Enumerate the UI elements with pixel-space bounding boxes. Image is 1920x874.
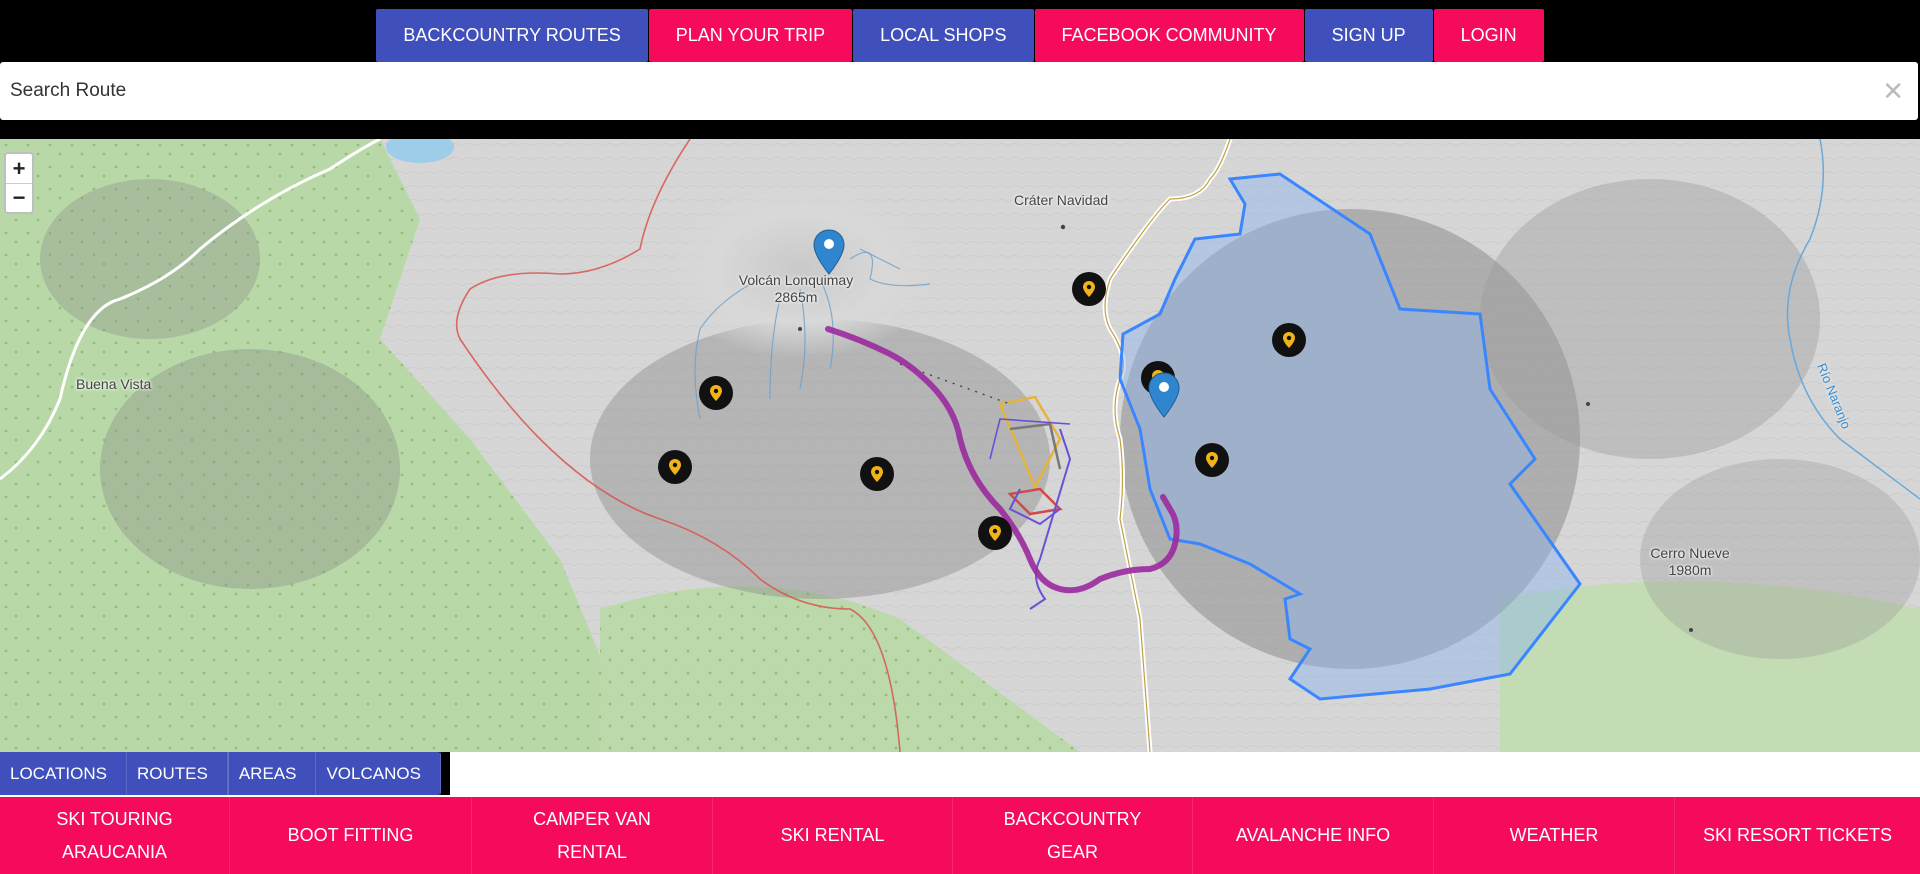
map-terrain — [0, 139, 1920, 752]
nav-backcountry-routes[interactable]: BACKCOUNTRY ROUTES — [376, 9, 648, 62]
tab-routes[interactable]: ROUTES — [127, 752, 228, 795]
poi-marker[interactable] — [1272, 323, 1306, 357]
close-icon[interactable]: ✕ — [1882, 78, 1904, 104]
cerro-elevation: 1980m — [1668, 562, 1712, 578]
nav-ski-resort-tickets[interactable]: SKI RESORT TICKETS — [1675, 797, 1920, 874]
nav-login[interactable]: LOGIN — [1433, 9, 1544, 62]
location-pin-icon — [1206, 452, 1218, 468]
top-nav: BACKCOUNTRY ROUTES PLAN YOUR TRIP LOCAL … — [0, 0, 1920, 62]
nav-label: SKI RESORT TICKETS — [1702, 825, 1893, 845]
poi-marker[interactable] — [658, 450, 692, 484]
location-pin-icon — [989, 525, 1001, 541]
nav-ski-touring-araucania[interactable]: SKI TOURING ARAUCANIA — [0, 797, 230, 874]
nav-label: AVALANCHE INFO — [1235, 825, 1391, 845]
nav-facebook-community[interactable]: FACEBOOK COMMUNITY — [1034, 9, 1304, 62]
poi-marker[interactable] — [699, 376, 733, 410]
zoom-in-button[interactable]: + — [6, 154, 32, 183]
bottom-nav: SKI TOURING ARAUCANIA BOOT FITTING CAMPER… — [0, 797, 1920, 874]
location-pin-icon — [669, 459, 681, 475]
tab-volcanos[interactable]: VOLCANOS — [316, 752, 441, 795]
cerro-name: Cerro Nueve — [1650, 545, 1730, 561]
nav-label: SKI RENTAL — [780, 825, 885, 845]
poi-marker[interactable] — [1072, 272, 1106, 306]
volcano-elevation: 2865m — [774, 289, 818, 305]
map-view[interactable]: + − Cráter Navidad Volcán Lonquimay 2865… — [0, 139, 1920, 752]
nav-label: BOOT FITTING — [287, 825, 414, 845]
poi-marker[interactable] — [978, 516, 1012, 550]
nav-plan-your-trip[interactable]: PLAN YOUR TRIP — [648, 9, 853, 62]
nav-label: WEATHER — [1509, 825, 1599, 845]
location-pin-icon — [1083, 281, 1095, 297]
nav-local-shops[interactable]: LOCAL SHOPS — [853, 9, 1034, 62]
label-crater-navidad: Cráter Navidad — [1014, 192, 1109, 208]
zoom-control: + − — [4, 152, 34, 214]
poi-marker[interactable] — [860, 457, 894, 491]
nav-label: BACKCOUNTRY GEAR — [1003, 808, 1142, 862]
location-pin-icon — [710, 385, 722, 401]
location-pin-icon — [871, 466, 883, 482]
location-pin-icon — [1283, 332, 1295, 348]
nav-ski-rental[interactable]: SKI RENTAL — [713, 797, 953, 874]
nav-sign-up[interactable]: SIGN UP — [1304, 9, 1433, 62]
tab-locations[interactable]: LOCATIONS — [0, 752, 127, 795]
nav-avalanche-info[interactable]: AVALANCHE INFO — [1193, 797, 1434, 874]
nav-boot-fitting[interactable]: BOOT FITTING — [230, 797, 472, 874]
map-pin-icon[interactable] — [813, 229, 845, 275]
search-route-input[interactable] — [0, 62, 1918, 120]
layer-tabs: LOCATIONS ROUTES AREAS VOLCANOS — [0, 752, 441, 795]
nav-weather[interactable]: WEATHER — [1434, 797, 1675, 874]
nav-label: SKI TOURING ARAUCANIA — [56, 808, 173, 862]
map-pin-icon[interactable] — [1148, 372, 1180, 418]
nav-backcountry-gear[interactable]: BACKCOUNTRY GEAR — [953, 797, 1193, 874]
tab-areas[interactable]: AREAS — [227, 752, 317, 795]
search-bar: ✕ — [0, 62, 1918, 120]
poi-marker[interactable] — [1195, 443, 1229, 477]
nav-label: CAMPER VAN RENTAL — [533, 808, 651, 862]
layer-tabs-background — [450, 752, 1920, 795]
label-buena-vista: Buena Vista — [76, 376, 152, 392]
zoom-out-button[interactable]: − — [6, 183, 32, 212]
label-volcano: Volcán Lonquimay 2865m — [736, 272, 856, 306]
label-cerro-nueve: Cerro Nueve 1980m — [1648, 545, 1732, 579]
nav-camper-van-rental[interactable]: CAMPER VAN RENTAL — [472, 797, 713, 874]
